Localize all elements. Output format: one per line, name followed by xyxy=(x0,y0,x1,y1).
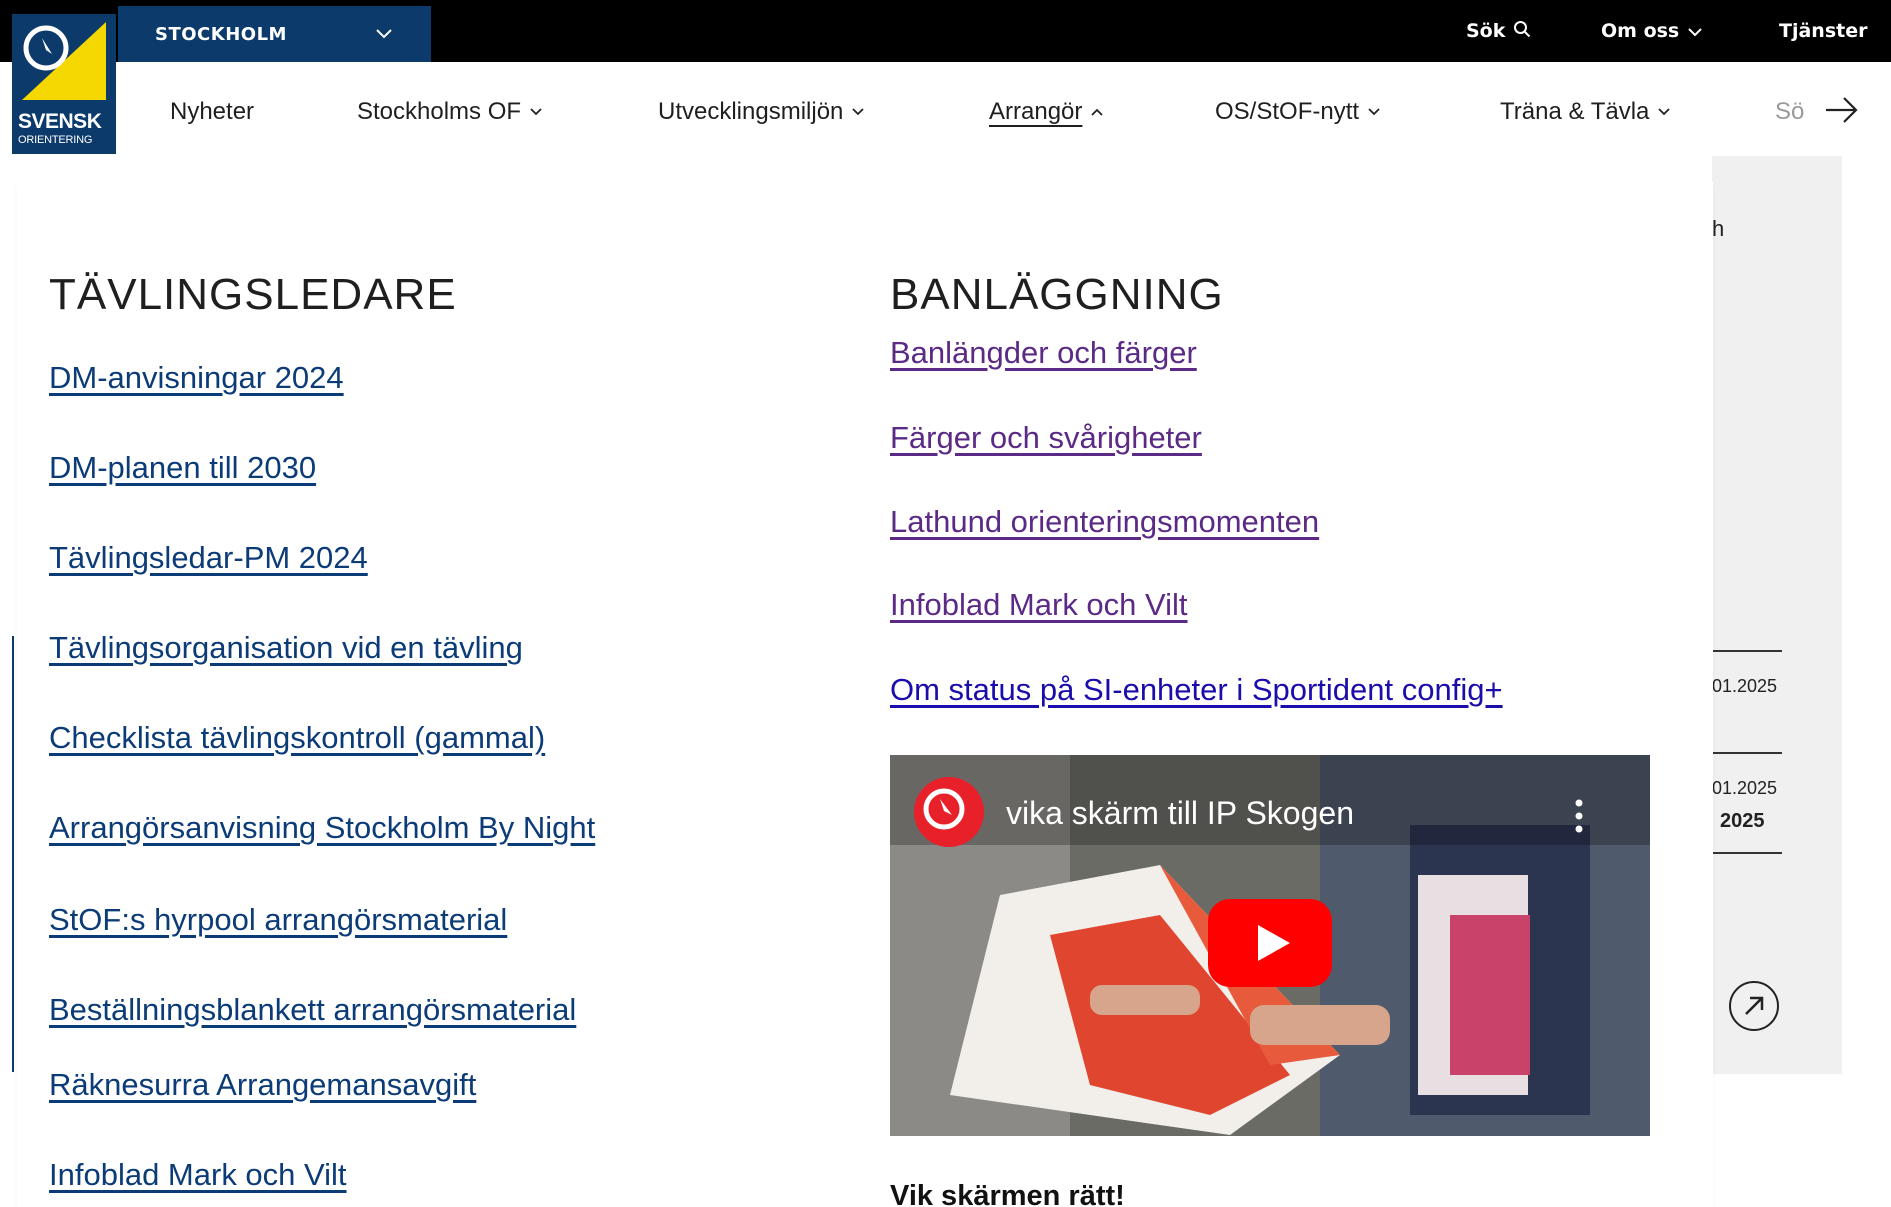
menu-link[interactable]: Infoblad Mark och Vilt xyxy=(49,1157,347,1193)
channel-avatar-icon[interactable] xyxy=(912,775,986,849)
menu-link[interactable]: Beställningsblankett arrangörsmaterial xyxy=(49,992,576,1028)
svensk-orientering-logo[interactable]: SVENSK ORIENTERING xyxy=(12,14,116,154)
background-vertical-rule xyxy=(12,636,14,1072)
chevron-down-icon xyxy=(375,25,393,44)
chevron-down-icon xyxy=(1687,20,1703,42)
nav-item-label: Utvecklingsmiljön xyxy=(658,98,844,125)
background-date: 01.2025 xyxy=(1712,778,1778,798)
menu-link[interactable]: DM-anvisningar 2024 xyxy=(49,360,344,396)
menu-link[interactable]: Tävlingsledar-PM 2024 xyxy=(49,540,368,576)
chevron-down-icon xyxy=(530,108,542,116)
services-label: Tjänster xyxy=(1779,20,1868,42)
background-text-fragment: h xyxy=(1712,216,1725,241)
logo-text-orientering: ORIENTERING xyxy=(18,134,93,146)
nav-item-utvecklingsmiljon[interactable]: Utvecklingsmiljön xyxy=(658,98,865,126)
menu-link[interactable]: Lathund orienteringsmomenten xyxy=(890,504,1319,540)
banlaggning-heading: BANLÄGGNING xyxy=(890,270,1224,319)
nav-item-label: OS/StOF-nytt xyxy=(1215,98,1360,125)
menu-link[interactable]: StOF:s hyrpool arrangörsmaterial xyxy=(49,902,507,938)
compass-logo-icon xyxy=(12,14,116,110)
menu-link[interactable]: Arrangörsanvisning Stockholm By Night xyxy=(49,810,595,846)
nav-item-trana-tavla[interactable]: Träna & Tävla xyxy=(1500,98,1671,126)
region-selector[interactable]: STOCKHOLM xyxy=(118,6,431,62)
chevron-up-icon xyxy=(1091,108,1104,116)
nav-item-label: Nyheter xyxy=(170,98,255,125)
nav-item-label: Arrangör xyxy=(989,98,1083,125)
search-label: Sök xyxy=(1466,20,1506,42)
background-divider xyxy=(1712,752,1782,754)
region-label: STOCKHOLM xyxy=(155,23,287,45)
background-divider xyxy=(1712,852,1782,854)
about-menu[interactable]: Om oss xyxy=(1601,0,1703,62)
chevron-down-icon xyxy=(1368,108,1380,116)
menu-link[interactable]: Tävlingsorganisation vid en tävling xyxy=(49,630,523,666)
nav-scroll-right-arrow-icon[interactable] xyxy=(1820,90,1864,130)
background-date: 01.2025 xyxy=(1712,676,1778,696)
nav-item-os-stof-nytt[interactable]: OS/StOF-nytt xyxy=(1215,98,1381,126)
youtube-play-button-icon[interactable] xyxy=(1208,899,1332,987)
chevron-down-icon xyxy=(852,108,865,116)
nav-item-label: Sö xyxy=(1775,98,1805,125)
nav-item-arrangor[interactable]: Arrangör xyxy=(989,98,1104,126)
tavlingsledare-heading: TÄVLINGSLEDARE xyxy=(49,270,457,319)
chevron-down-icon xyxy=(1658,108,1671,116)
top-utility-bar: STOCKHOLM Sök Om oss Tjänster xyxy=(0,0,1891,62)
menu-link[interactable]: DM-planen till 2030 xyxy=(49,450,316,486)
nav-item-overflow[interactable]: Sö xyxy=(1775,98,1804,126)
menu-link[interactable]: Om status på SI-enheter i Sportident con… xyxy=(890,672,1503,708)
main-navigation: Nyheter Stockholms OF Utvecklingsmiljön … xyxy=(0,62,1891,156)
nav-item-nyheter[interactable]: Nyheter xyxy=(170,98,254,126)
nav-item-stockholms-of[interactable]: Stockholms OF xyxy=(357,98,543,126)
menu-link[interactable]: Checklista tävlingskontroll (gammal) xyxy=(49,720,545,756)
video-title[interactable]: vika skärm till IP Skogen xyxy=(1006,795,1354,832)
video-caption: Vik skärmen rätt! xyxy=(890,1180,1125,1207)
background-sidebar-panel xyxy=(1712,156,1842,1074)
search-icon xyxy=(1513,20,1531,43)
logo-text-svensk: SVENSK xyxy=(18,110,102,133)
youtube-video-embed[interactable]: vika skärm till IP Skogen xyxy=(890,755,1650,1136)
menu-link[interactable]: Infoblad Mark och Vilt xyxy=(890,587,1188,623)
more-options-icon[interactable] xyxy=(1570,799,1588,833)
arrow-circle-icon[interactable] xyxy=(1728,980,1780,1032)
nav-item-label: Träna & Tävla xyxy=(1500,98,1650,125)
search-link[interactable]: Sök xyxy=(1466,0,1531,62)
menu-link[interactable]: Räknesurra Arrangemansavgift xyxy=(49,1067,476,1103)
menu-link[interactable]: Färger och svårigheter xyxy=(890,420,1202,456)
menu-link[interactable]: Banlängder och färger xyxy=(890,335,1197,371)
services-link[interactable]: Tjänster xyxy=(1779,0,1867,62)
nav-item-label: Stockholms OF xyxy=(357,98,522,125)
about-label: Om oss xyxy=(1601,20,1680,42)
background-divider xyxy=(1712,650,1782,652)
background-year: 2025 xyxy=(1720,810,1765,832)
